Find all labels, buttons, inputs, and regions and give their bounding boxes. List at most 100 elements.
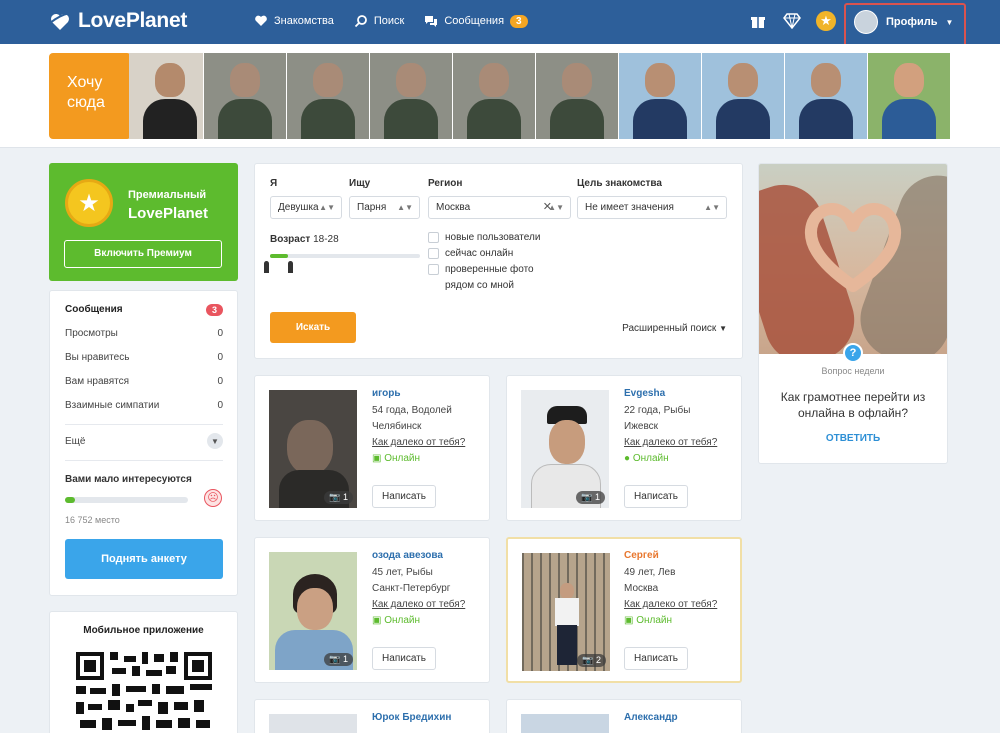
profile-name[interactable]: Сергей [624, 550, 659, 561]
updown-arrows-icon: ▲▼ [319, 203, 335, 212]
profile-name[interactable]: Evgesha [624, 388, 665, 399]
checkbox-online-now[interactable]: сейчас онлайн [428, 248, 513, 259]
featured-thumb[interactable] [619, 53, 701, 139]
checkbox-label: новые пользователи [445, 232, 541, 243]
profile-photo[interactable]: 📷 1 [521, 390, 609, 508]
profile-card-highlighted[interactable]: 📷 2 Сергей 49 лет, Лев Москва Как далеко… [506, 537, 742, 683]
raise-profile-button[interactable]: Поднять анкету [65, 539, 223, 579]
profile-menu[interactable]: Профиль ▼ [854, 10, 953, 34]
answer-link[interactable]: ОТВЕТИТЬ [759, 433, 947, 444]
want-here-button[interactable]: Хочу сюда [49, 53, 139, 139]
age-slider[interactable] [270, 254, 420, 258]
caret-down-icon: ▼ [945, 17, 954, 27]
star-coin-icon[interactable]: ★ [816, 11, 836, 31]
photo-count: 📷 1 [576, 491, 605, 504]
stat-messages[interactable]: Сообщения 3 [65, 304, 223, 316]
stat-value: 0 [217, 400, 223, 411]
checkbox-label: сейчас онлайн [445, 248, 514, 259]
age-title: Возраст [270, 234, 311, 245]
profile-age-sign: 22 года, Рыбы [624, 405, 691, 416]
checkbox-box[interactable] [428, 232, 439, 243]
featured-thumb[interactable] [868, 53, 950, 139]
photo-count: 📷 2 [577, 654, 606, 667]
diamond-icon[interactable] [782, 11, 802, 31]
header-icons: ★ [748, 11, 836, 31]
online-status: ▣ Онлайн [624, 615, 673, 626]
i-gender-select[interactable]: Девушка ▲▼ [270, 196, 342, 219]
checkbox-nearby[interactable]: рядом со мной [428, 280, 514, 291]
profile-photo[interactable]: 📷 1 [269, 552, 357, 670]
checkbox-box[interactable] [428, 248, 439, 259]
stats-panel: Сообщения 3 Просмотры 0 Вы нравитесь 0 В… [49, 290, 238, 596]
qr-code-icon[interactable] [76, 652, 212, 732]
advanced-search-link[interactable]: Расширенный поиск ▼ [622, 323, 727, 334]
hands-heart-image [759, 164, 947, 354]
nav-messages[interactable]: Сообщения 3 [424, 14, 528, 28]
profile-card[interactable]: 📷 1 игорь 54 года, Водолей Челябинск Как… [254, 375, 490, 521]
age-slider-min-handle[interactable] [264, 261, 269, 273]
profile-name[interactable]: Александр [624, 712, 678, 723]
featured-thumb[interactable] [129, 53, 203, 139]
enable-premium-button[interactable]: Включить Премиум [64, 240, 222, 268]
featured-thumb[interactable] [453, 53, 535, 139]
stat-liked-by[interactable]: Вы нравитесь 0 [65, 352, 223, 363]
profile-name[interactable]: Юрок Бредихин [372, 712, 451, 723]
featured-thumbs [121, 53, 950, 139]
checkbox-new-users[interactable]: новые пользователи [428, 232, 540, 243]
profile-photo[interactable]: 📷 1 [269, 390, 357, 508]
interest-progress-bar [65, 497, 188, 503]
write-button[interactable]: Написать [372, 485, 436, 508]
profile-card[interactable]: Юрок Бредихин [254, 699, 490, 733]
featured-thumb[interactable] [287, 53, 369, 139]
distance-link[interactable]: Как далеко от тебя? [372, 437, 465, 448]
checkbox-verified-photo[interactable]: проверенные фото [428, 264, 534, 275]
checkbox-box[interactable] [428, 264, 439, 275]
region-select[interactable]: Москва ✕ ▲▼ [428, 196, 571, 219]
write-button[interactable]: Написать [372, 647, 436, 670]
featured-thumb[interactable] [204, 53, 286, 139]
goal-label: Цель знакомства [577, 178, 662, 189]
premium-panel: ★ Премиальный LovePlanet Включить Премиу… [49, 163, 238, 281]
goal-select[interactable]: Не имеет значения ▲▼ [577, 196, 727, 219]
profile-name[interactable]: игорь [372, 388, 401, 399]
logo[interactable]: LovePlanet [48, 9, 187, 33]
stat-more[interactable]: Ещё ▼ [65, 433, 223, 449]
distance-link[interactable]: Как далеко от тебя? [624, 437, 717, 448]
online-status: ● Онлайн [624, 453, 669, 464]
stat-you-like[interactable]: Вам нравятся 0 [65, 376, 223, 387]
profile-photo[interactable] [269, 714, 357, 733]
stat-views[interactable]: Просмотры 0 [65, 328, 223, 339]
nav-search[interactable]: Поиск [354, 14, 404, 28]
age-slider-max-handle[interactable] [288, 261, 293, 273]
write-button[interactable]: Написать [624, 647, 688, 670]
main-nav: Знакомства Поиск Сообщения 3 [254, 14, 528, 28]
profile-card[interactable]: Александр [506, 699, 742, 733]
distance-link[interactable]: Как далеко от тебя? [624, 599, 717, 610]
messages-count-badge: 3 [510, 14, 528, 28]
distance-link[interactable]: Как далеко от тебя? [372, 599, 465, 610]
search-icon [354, 15, 367, 28]
chevron-down-icon[interactable]: ▼ [207, 433, 223, 449]
select-value: Парня [357, 202, 387, 213]
featured-thumb[interactable] [785, 53, 867, 139]
featured-thumb[interactable] [370, 53, 452, 139]
profile-city: Челябинск [372, 421, 422, 432]
profile-photo[interactable]: 📷 2 [522, 553, 610, 671]
write-button[interactable]: Написать [624, 485, 688, 508]
featured-thumb[interactable] [536, 53, 618, 139]
profile-photo[interactable] [521, 714, 609, 733]
stat-mutual[interactable]: Взаимные симпатии 0 [65, 400, 223, 411]
select-value: Москва [436, 202, 471, 213]
profile-card[interactable]: 📷 1 озода авезова 45 лет, Рыбы Санкт-Пет… [254, 537, 490, 683]
top-header: LovePlanet Знакомства Поиск Сообщения 3 … [0, 0, 1000, 59]
nav-dating[interactable]: Знакомства [254, 14, 334, 28]
seek-gender-select[interactable]: Парня ▲▼ [349, 196, 420, 219]
nav-search-label: Поиск [373, 15, 405, 27]
search-button[interactable]: Искать [270, 312, 356, 343]
gift-icon[interactable] [748, 11, 768, 31]
profile-card[interactable]: 📷 1 Evgesha 22 года, Рыбы Ижевск Как дал… [506, 375, 742, 521]
nav-dating-label: Знакомства [274, 15, 334, 27]
profile-name[interactable]: озода авезова [372, 550, 443, 561]
featured-thumb[interactable] [702, 53, 784, 139]
nav-messages-label: Сообщения [444, 15, 505, 27]
